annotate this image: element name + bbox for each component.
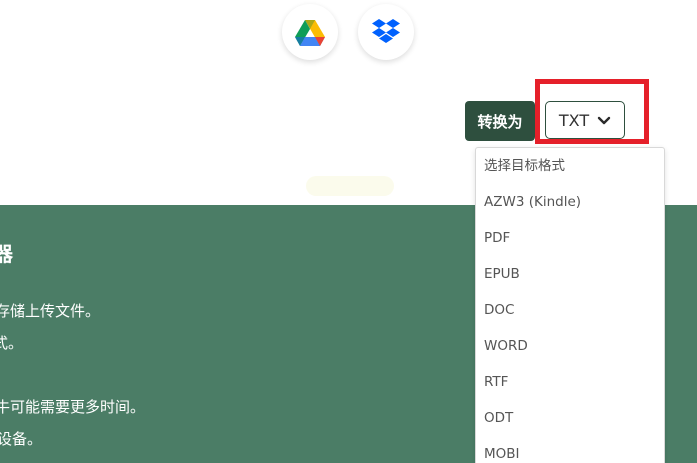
info-line: 牛可能需要更多时间。 (0, 398, 146, 416)
convert-to-label: 转换为 (465, 101, 535, 141)
format-dropdown-list: 选择目标格式 AZW3 (Kindle) PDF EPUB DOC WORD R… (475, 147, 665, 463)
info-line: 式。 (0, 334, 24, 352)
dropdown-option-doc[interactable]: DOC (476, 292, 664, 328)
dropdown-option-odt[interactable]: ODT (476, 400, 664, 436)
dropdown-option-epub[interactable]: EPUB (476, 256, 664, 292)
dropdown-option-pdf[interactable]: PDF (476, 220, 664, 256)
chevron-down-icon (597, 116, 611, 124)
dropdown-option-rtf[interactable]: RTF (476, 364, 664, 400)
dropbox-button[interactable] (358, 4, 414, 60)
google-drive-button[interactable] (282, 4, 338, 60)
converter-page: 转换为 TXT 器 存储上传文件。 式。 牛可能需要更多时间。 设备。 选择目标… (0, 0, 697, 463)
dropbox-icon (372, 19, 400, 43)
selected-format: TXT (558, 110, 590, 130)
info-line: 设备。 (0, 430, 43, 448)
dropdown-option-placeholder[interactable]: 选择目标格式 (476, 148, 664, 184)
target-format-select[interactable]: TXT (545, 101, 625, 139)
google-drive-icon (295, 19, 325, 46)
info-title: 器 (0, 242, 13, 266)
info-line: 存储上传文件。 (0, 302, 101, 320)
dropdown-option-word[interactable]: WORD (476, 328, 664, 364)
ghost-placeholder (306, 176, 394, 196)
dropdown-option-azw3[interactable]: AZW3 (Kindle) (476, 184, 664, 220)
dropdown-option-mobi[interactable]: MOBI (476, 436, 664, 463)
